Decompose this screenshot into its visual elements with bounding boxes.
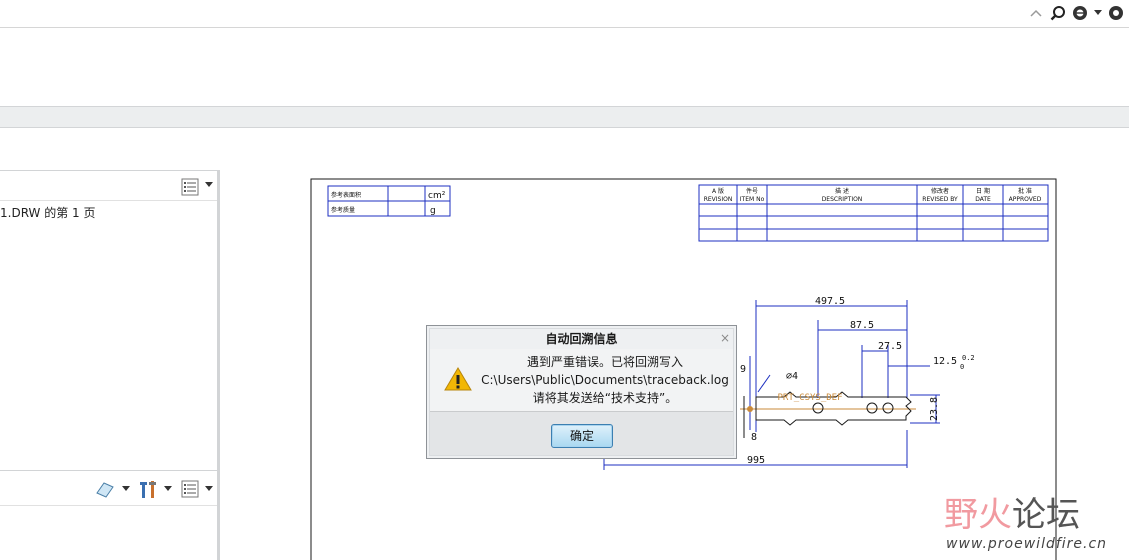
help-icon[interactable] — [1071, 4, 1089, 22]
search-icon[interactable] — [1049, 4, 1067, 22]
application-window: { "left_panel": { "page_label": "1.DRW 的… — [0, 0, 1129, 560]
ribbon-group-bar — [0, 106, 1129, 128]
dim-995[interactable]: 995 — [747, 455, 765, 466]
item-col-en: ITEM No — [740, 196, 765, 203]
panel-toolbar — [0, 470, 217, 506]
watermark-url: www.proewildfire.cn — [946, 536, 1108, 552]
mass-label-weight: 参考质量 — [331, 206, 355, 214]
chevron-down-icon[interactable] — [122, 486, 130, 492]
dim-tolerance: 0.2 — [962, 354, 975, 362]
mass-label-area: 参考表面积 — [331, 191, 361, 199]
dim-87-5[interactable]: 87.5 — [850, 320, 874, 331]
revised-col-en: REVISED BY — [922, 196, 958, 203]
dim-23-8[interactable]: 23.8 — [929, 397, 940, 421]
date-col-cn: 日 期 — [976, 187, 990, 195]
dim-497-5[interactable]: 497.5 — [815, 296, 845, 307]
desc-col-cn: 描 述 — [835, 187, 849, 195]
tools-icon[interactable] — [137, 478, 159, 500]
eraser-icon[interactable] — [95, 480, 115, 498]
dialog-message: 遇到严重错误。已将回溯写入 C:\Users\Public\Documents\… — [480, 353, 730, 407]
mass-unit-weight: g — [430, 206, 436, 216]
watermark-part1: 野火 — [944, 495, 1012, 535]
dialog-body: 遇到严重错误。已将回溯写入 C:\Users\Public\Documents\… — [430, 349, 733, 411]
ribbon-body — [0, 28, 1129, 106]
help-dropdown-icon[interactable] — [1093, 4, 1103, 22]
left-navigator-panel: 1.DRW 的第 1 页 — [0, 170, 220, 560]
csys-marker[interactable] — [747, 406, 753, 412]
message-line-3: 请将其发送给“技术支持”。 — [532, 391, 678, 405]
dim-27-5[interactable]: 27.5 — [878, 341, 902, 352]
item-col-cn: 件号 — [746, 187, 758, 195]
rev-col-en: REVISION — [704, 196, 733, 203]
page-label[interactable]: 1.DRW 的第 1 页 — [0, 204, 96, 221]
watermark-logo: 野火论坛 — [944, 495, 1080, 535]
list-view-icon[interactable] — [181, 178, 199, 196]
message-line-1: 遇到严重错误。已将回溯写入 — [526, 355, 683, 369]
date-col-en: DATE — [975, 196, 991, 203]
dim-tolerance-lower: 0 — [960, 363, 964, 371]
mass-unit-area: cm² — [428, 191, 446, 201]
close-icon[interactable]: × — [720, 330, 730, 346]
dim-9[interactable]: 9 — [740, 364, 746, 375]
desc-col-en: DESCRIPTION — [822, 196, 863, 203]
collapse-ribbon-icon[interactable] — [1027, 4, 1045, 22]
chevron-down-icon[interactable] — [205, 182, 213, 188]
revised-col-cn: 修改者 — [931, 187, 949, 195]
dim-8[interactable]: 8 — [751, 432, 757, 443]
top-strip — [0, 0, 1129, 28]
approved-col-en: APPROVED — [1009, 196, 1042, 203]
top-icon-group — [1027, 3, 1125, 23]
csys-label[interactable]: PRT_CSYS_DEF — [777, 393, 842, 403]
watermark-part2: 论坛 — [1012, 495, 1080, 535]
message-line-2: C:\Users\Public\Documents\traceback.log — [481, 373, 729, 387]
dim-12-5[interactable]: 12.5 — [933, 356, 957, 367]
ok-button[interactable]: 确定 — [551, 424, 613, 448]
approved-col-cn: 批 准 — [1018, 187, 1032, 195]
rev-col-cn: A 版 — [712, 187, 724, 195]
settings-icon[interactable] — [1107, 4, 1125, 22]
dialog-footer: 确定 — [430, 411, 733, 455]
dim-diameter[interactable]: ∅4 — [786, 371, 798, 382]
list-view-icon[interactable] — [181, 480, 199, 498]
warning-icon — [444, 367, 472, 395]
panel-header — [0, 171, 217, 201]
chevron-down-icon[interactable] — [205, 486, 213, 492]
dialog-title: 自动回溯信息 — [430, 329, 733, 349]
traceback-dialog: 自动回溯信息 × 遇到严重错误。已将回溯写入 C:\Users\Public\D… — [426, 325, 737, 459]
chevron-down-icon[interactable] — [164, 486, 172, 492]
